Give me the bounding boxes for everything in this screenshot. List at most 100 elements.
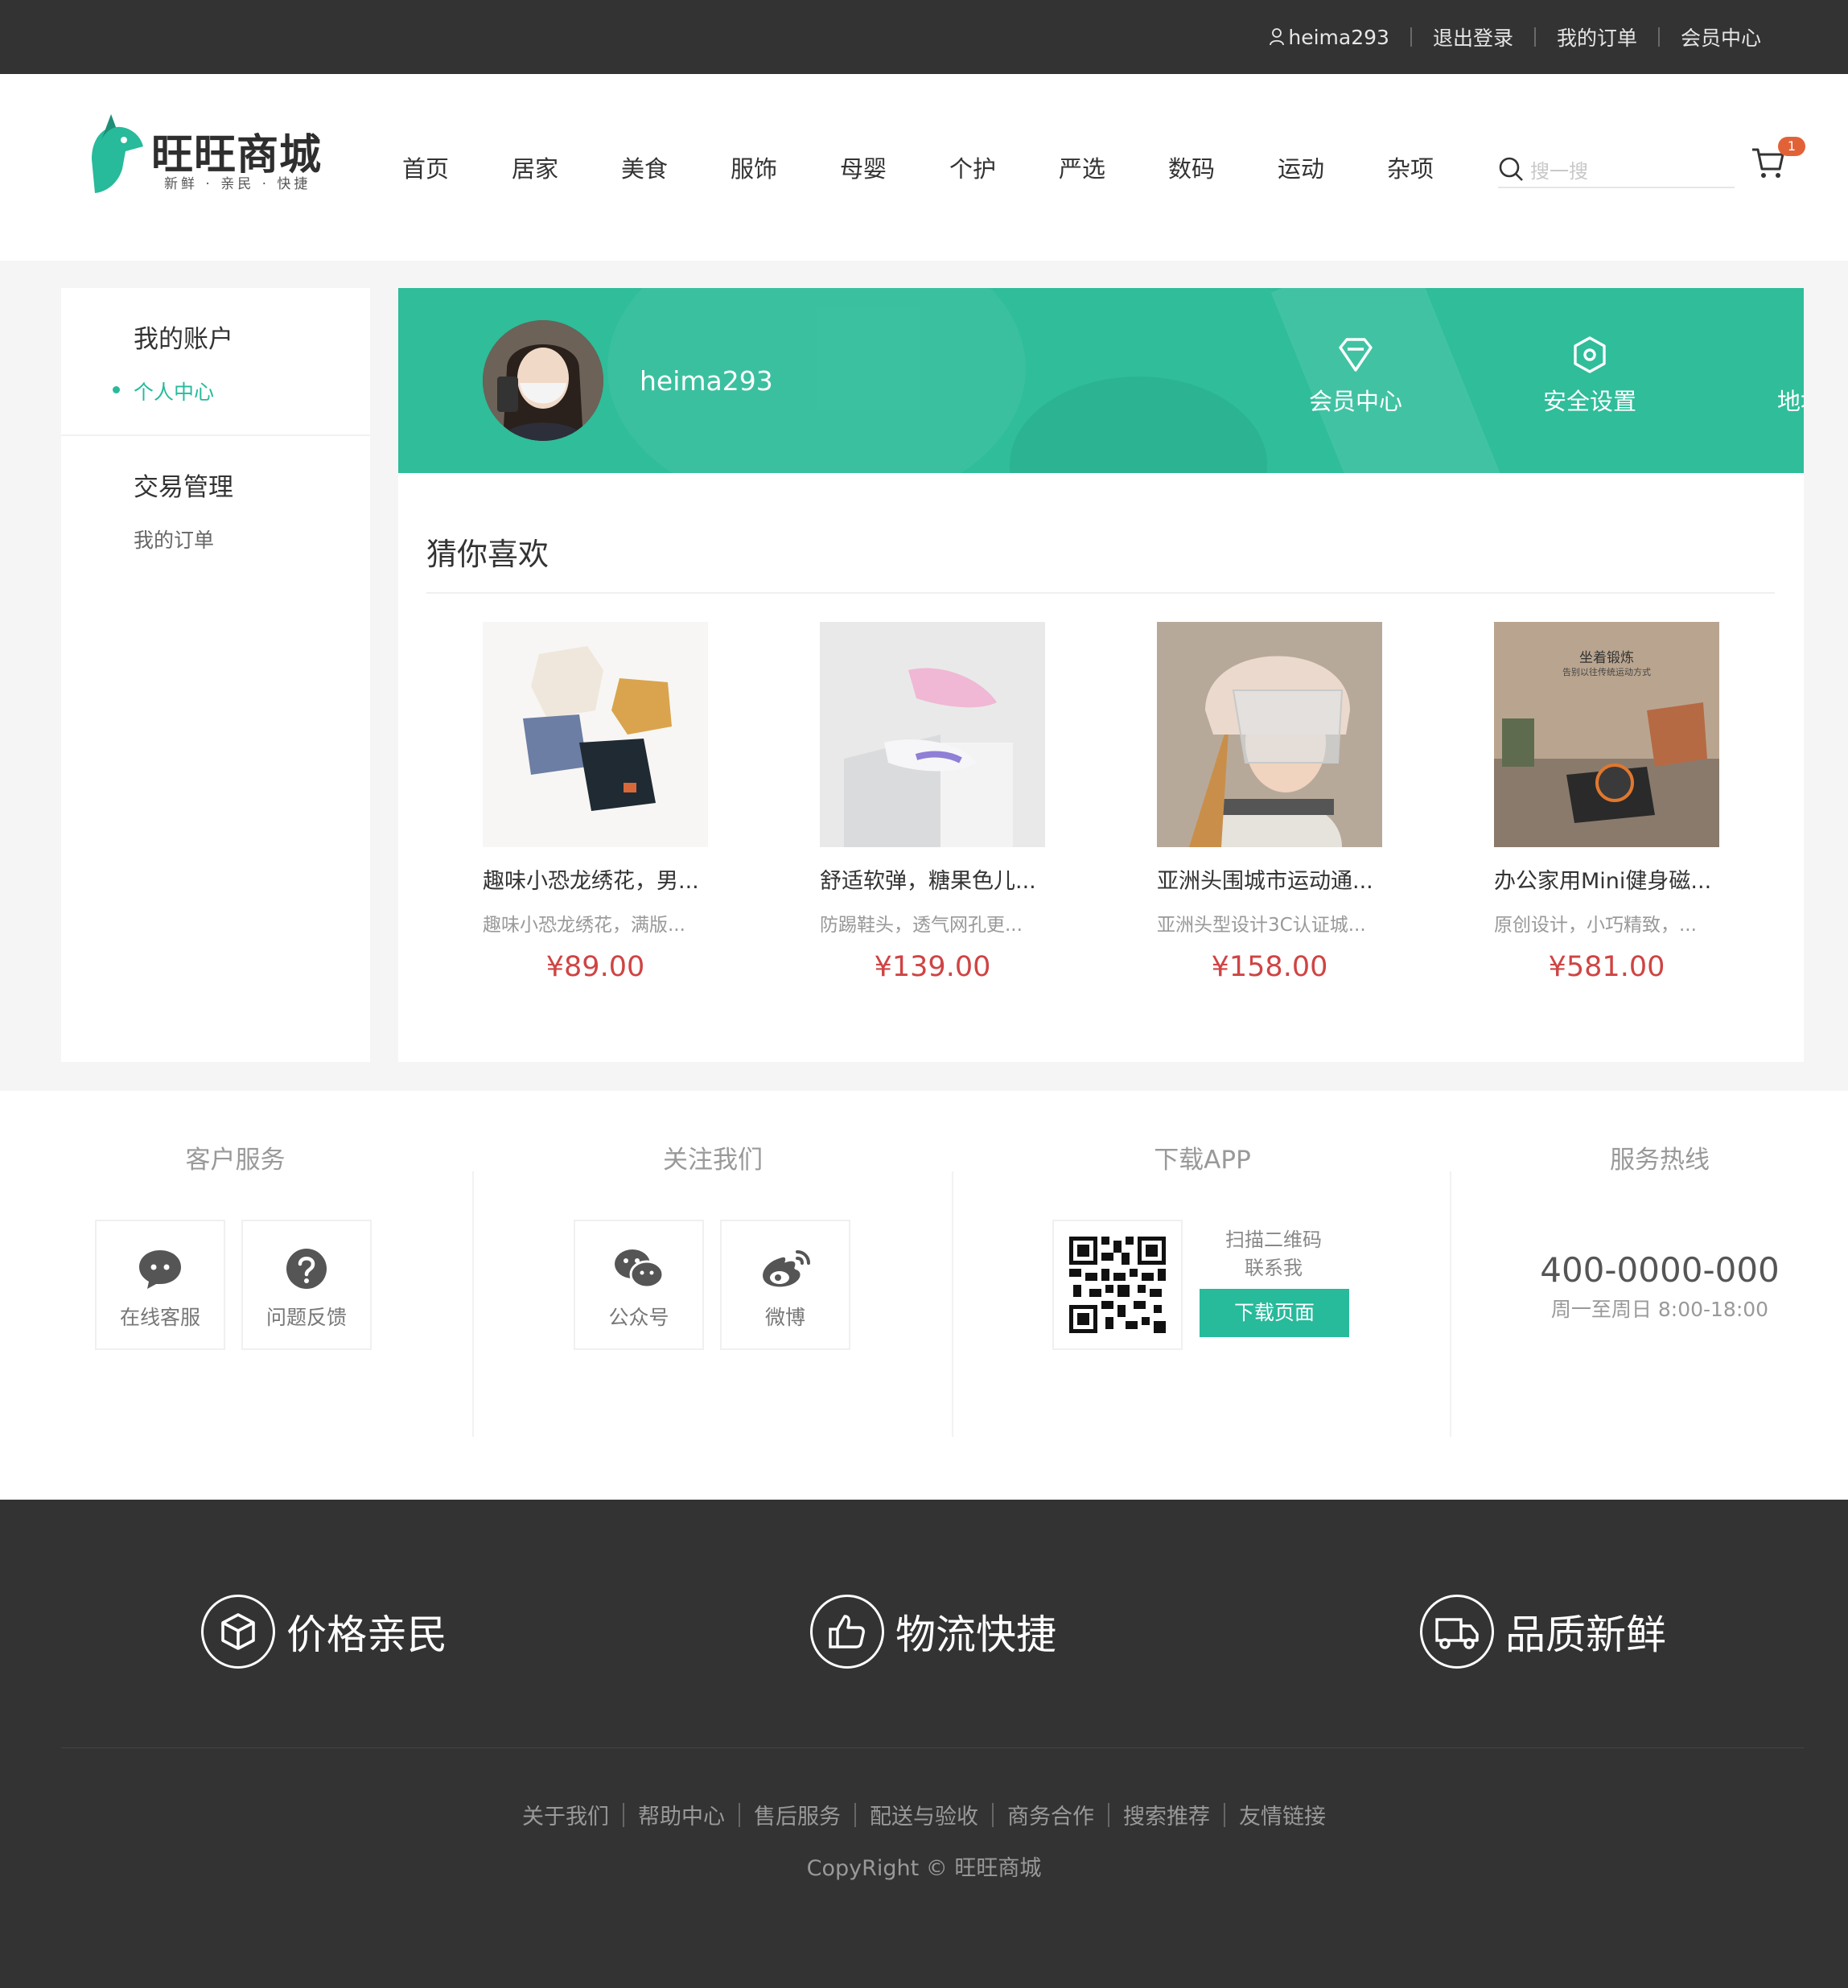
- service-section: 客户服务 在线客服 问题反馈 关注我们 公众号 微博 下载APP 扫描二维码 联…: [0, 1091, 1848, 1500]
- qr-code: [1052, 1220, 1183, 1350]
- product-card[interactable]: 趣味小恐龙绣花，男... 趣味小恐龙绣花，满版... ¥89.00: [483, 622, 708, 983]
- sidebar-item-personal-center[interactable]: 个人中心: [112, 377, 214, 405]
- footer-link-about[interactable]: 关于我们: [508, 1799, 623, 1830]
- avatar[interactable]: [483, 320, 603, 441]
- footer-link-friends[interactable]: 友情链接: [1225, 1799, 1340, 1830]
- customer-service-column: 客户服务 在线客服 问题反馈: [0, 1139, 471, 1405]
- product-price: ¥139.00: [874, 951, 991, 983]
- product-card[interactable]: 亚洲头围城市运动通... 亚洲头型设计3C认证城... ¥158.00: [1157, 622, 1382, 983]
- footer-link-delivery[interactable]: 配送与验收: [856, 1799, 992, 1830]
- wechat-icon: [615, 1249, 665, 1289]
- footer: 价格亲民 物流快捷 品质新鲜 关于我们 帮助中心 售后服务 配送与验收 商务合作…: [0, 1500, 1848, 1988]
- nav-item-selected[interactable]: 严选: [1059, 150, 1168, 184]
- nav-item-personal-care[interactable]: 个护: [949, 150, 1059, 184]
- product-desc: 亚洲头型设计3C认证城...: [1157, 915, 1366, 936]
- promise-text: 物流快捷: [895, 1611, 1056, 1658]
- top-bar: heima293 退出登录 我的订单 会员中心: [0, 0, 1848, 74]
- nav-item-sports[interactable]: 运动: [1278, 150, 1387, 184]
- nav-item-misc[interactable]: 杂项: [1387, 150, 1496, 184]
- footer-link-after-sales[interactable]: 售后服务: [740, 1799, 854, 1830]
- weibo-icon: [763, 1250, 810, 1287]
- thumbs-up-icon: [810, 1595, 884, 1669]
- product-image[interactable]: [483, 622, 708, 847]
- online-support-button[interactable]: 在线客服: [95, 1220, 225, 1350]
- banner-security-settings-button[interactable]: 安全设置: [1517, 335, 1662, 431]
- section-divider: [426, 592, 1775, 594]
- product-image[interactable]: [820, 622, 1045, 847]
- nav-item-food[interactable]: 美食: [621, 150, 731, 184]
- banner-action-label: 地址管理: [1776, 388, 1804, 415]
- product-card[interactable]: 舒适软弹，糖果色儿... 防踢鞋头，透气网孔更... ¥139.00: [820, 622, 1045, 983]
- qr-instruction-line2: 联系我: [1245, 1257, 1303, 1279]
- weibo-button[interactable]: 微博: [720, 1220, 850, 1350]
- product-price: ¥581.00: [1548, 951, 1665, 983]
- qr-instruction-line1: 扫描二维码: [1225, 1229, 1322, 1251]
- top-links: heima293 退出登录 我的订单 会员中心: [1248, 0, 1782, 74]
- main-content: heima293 会员中心 安全设置 地址管理 猜你喜欢: [398, 288, 1804, 1062]
- download-page-button[interactable]: 下载页面: [1200, 1289, 1349, 1337]
- service-label: 在线客服: [119, 1306, 200, 1329]
- footer-link-search[interactable]: 搜索推荐: [1109, 1799, 1224, 1830]
- logo[interactable]: 旺旺商城 新鲜 · 亲民 · 快捷: [87, 111, 344, 201]
- banner-username: heima293: [640, 365, 773, 397]
- search-input[interactable]: 搜一搜: [1498, 151, 1735, 188]
- my-orders-link[interactable]: 我的订单: [1536, 23, 1658, 51]
- promise-text: 价格亲民: [286, 1611, 447, 1658]
- banner-decoration: [1010, 377, 1267, 473]
- user-icon: [1270, 28, 1285, 46]
- search-icon: [1499, 157, 1523, 181]
- sidebar-divider: [61, 434, 370, 436]
- wechat-official-button[interactable]: 公众号: [574, 1220, 704, 1350]
- qr-code-icon: [1069, 1237, 1166, 1333]
- banner-member-center-button[interactable]: 会员中心: [1283, 335, 1428, 431]
- sidebar-group-title-trade: 交易管理: [134, 473, 233, 502]
- logo-icon: [92, 114, 143, 193]
- column-title: 下载APP: [1154, 1146, 1251, 1175]
- product-overlay-subtitle: 告别以往传统运动方式: [1562, 667, 1651, 677]
- product-name: 办公家用Mini健身磁...: [1494, 869, 1712, 894]
- service-label: 微博: [764, 1306, 805, 1329]
- product-overlay-title: 坐着锻炼: [1579, 650, 1634, 666]
- product-name: 亚洲头围城市运动通...: [1157, 869, 1373, 894]
- question-icon: [286, 1249, 327, 1289]
- product-image[interactable]: 坐着锻炼 告别以往传统运动方式: [1494, 622, 1719, 847]
- banner-address-button[interactable]: 地址管理: [1751, 335, 1804, 431]
- feedback-button[interactable]: 问题反馈: [241, 1220, 372, 1350]
- sidebar-group-title-account: 我的账户: [134, 325, 233, 354]
- footer-link-business[interactable]: 商务合作: [994, 1799, 1108, 1830]
- service-label: 问题反馈: [265, 1306, 347, 1329]
- logout-link[interactable]: 退出登录: [1412, 23, 1534, 51]
- footer-link-help[interactable]: 帮助中心: [624, 1799, 739, 1830]
- promise-item-quality: 品质新鲜: [1420, 1591, 1666, 1672]
- product-image[interactable]: [1157, 622, 1382, 847]
- promise-item-logistics: 物流快捷: [810, 1591, 1056, 1672]
- footer-divider: [61, 1747, 1804, 1748]
- nav-item-baby[interactable]: 母婴: [840, 150, 949, 184]
- product-card[interactable]: 坐着锻炼 告别以往传统运动方式 办公家用Mini健身磁... 原创设计，小巧精致…: [1494, 622, 1719, 983]
- logo-slogan: 新鲜 · 亲民 · 快捷: [164, 176, 311, 192]
- member-center-link[interactable]: 会员中心: [1660, 23, 1782, 51]
- promise-text: 品质新鲜: [1505, 1611, 1666, 1658]
- product-desc: 原创设计，小巧精致，...: [1494, 915, 1697, 936]
- footer-links: 关于我们 帮助中心 售后服务 配送与验收 商务合作 搜索推荐 友情链接: [0, 1799, 1848, 1830]
- delivery-truck-icon: [1420, 1595, 1494, 1669]
- nav-item-home-living[interactable]: 居家: [512, 150, 621, 184]
- column-title: 服务热线: [1610, 1146, 1710, 1175]
- diamond-icon: [1339, 338, 1373, 372]
- nav-item-digital[interactable]: 数码: [1168, 150, 1278, 184]
- product-desc: 趣味小恐龙绣花，满版...: [483, 915, 685, 936]
- column-title: 客户服务: [185, 1146, 286, 1175]
- cart-button[interactable]: 1: [1751, 137, 1805, 183]
- main-nav: 首页 居家 美食 服饰 母婴 个护 严选 数码 运动 杂项: [402, 74, 1496, 261]
- header: 旺旺商城 新鲜 · 亲民 · 快捷 首页 居家 美食 服饰 母婴 个护 严选 数…: [0, 74, 1848, 261]
- product-name: 趣味小恐龙绣花，男...: [483, 869, 699, 894]
- product-desc: 防踢鞋头，透气网孔更...: [820, 915, 1023, 936]
- sidebar-item-my-orders[interactable]: 我的订单: [134, 525, 214, 554]
- follow-us-column: 关注我们 公众号 微博: [474, 1139, 952, 1405]
- sidebar: 我的账户 个人中心 交易管理 我的订单: [61, 288, 370, 1062]
- nav-item-home[interactable]: 首页: [402, 150, 512, 184]
- product-price: ¥158.00: [1211, 951, 1328, 983]
- download-app-column: 下载APP 扫描二维码 联系我 下载页面: [953, 1139, 1451, 1405]
- top-user-link[interactable]: heima293: [1248, 26, 1410, 49]
- nav-item-apparel[interactable]: 服饰: [731, 150, 840, 184]
